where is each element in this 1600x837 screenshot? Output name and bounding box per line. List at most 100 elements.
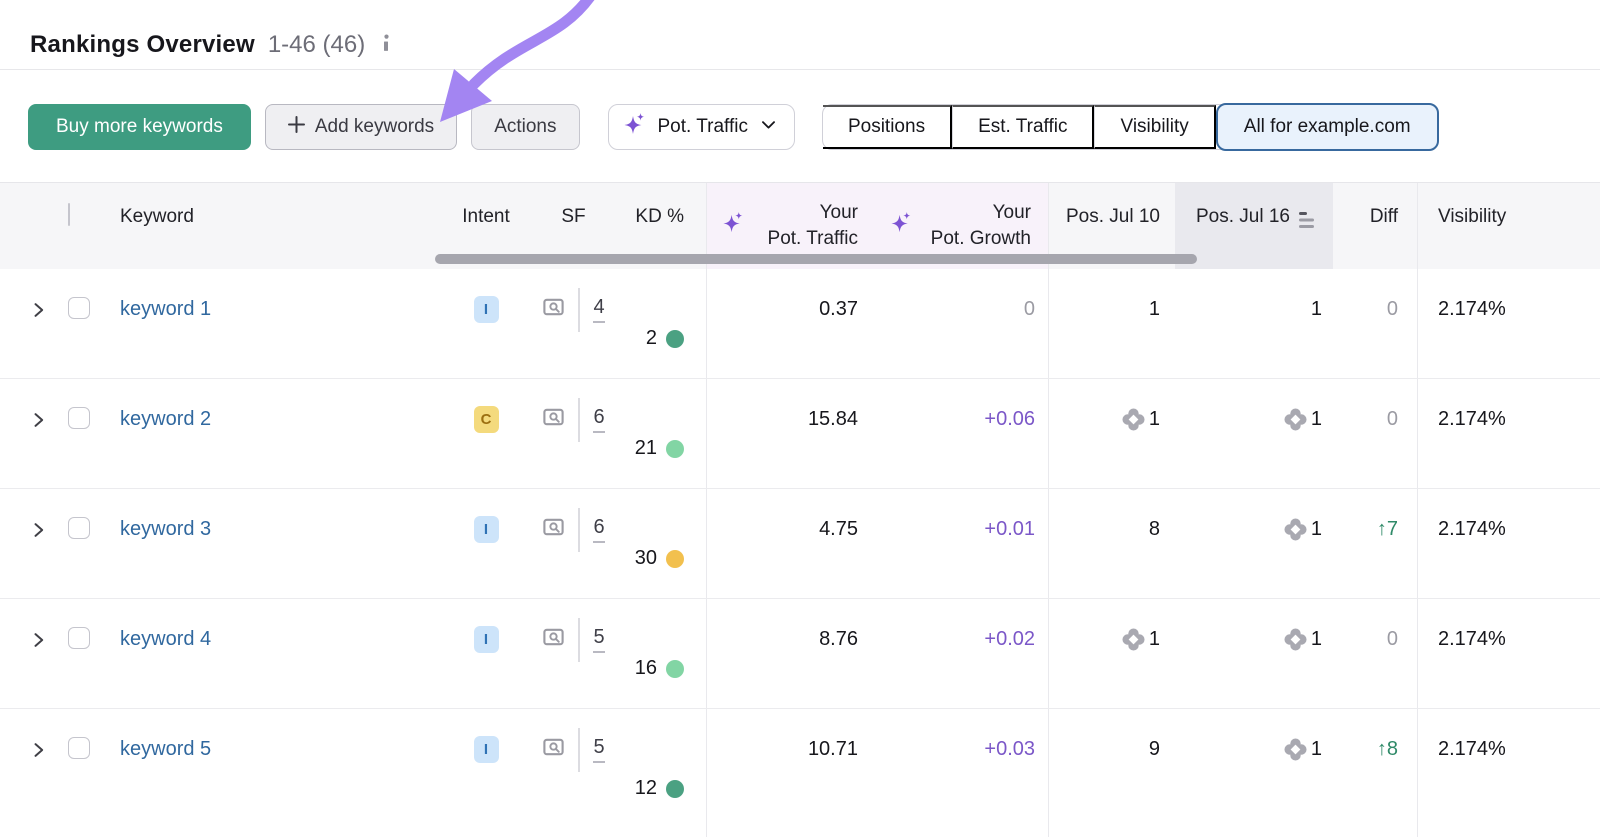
report-tabs: Positions Est. Traffic Visibility All fo…	[822, 104, 1438, 150]
table-body: keyword 1 I 4 2 0.37 0 1 1 0 2.174%	[0, 269, 1600, 837]
pot-growth-cell: +0.02	[875, 599, 1048, 708]
diff-cell: ↑7	[1333, 489, 1417, 598]
metric-dropdown[interactable]: Pot. Traffic	[608, 104, 795, 150]
info-icon[interactable]	[380, 34, 393, 59]
add-keywords-button[interactable]: Add keywords	[265, 104, 457, 150]
pot-growth-cell: +0.03	[875, 709, 1048, 837]
intent-cell: I	[446, 489, 526, 598]
pos-jul10-cell: 8	[1048, 489, 1175, 598]
results-count: 1-46 (46)	[268, 31, 365, 59]
sf-count[interactable]: 5	[593, 736, 604, 763]
pos-jul16-value: 1	[1311, 518, 1322, 541]
kd-cell: 30	[621, 489, 706, 598]
diff-cell: 0	[1333, 269, 1417, 378]
sf-cell: 5	[526, 599, 621, 708]
horizontal-scrollbar[interactable]	[435, 254, 1197, 264]
serp-features-icon[interactable]	[542, 516, 565, 545]
table-row: keyword 4 I 5 16 8.76 +0.02 1 1 0 2.1	[0, 599, 1600, 709]
sparkle-icon	[890, 211, 913, 241]
keyword-link[interactable]: keyword 2	[112, 408, 211, 431]
row-checkbox[interactable]	[68, 627, 90, 649]
keyword-cell: keyword 4	[112, 599, 446, 708]
visibility-cell: 2.174%	[1417, 599, 1600, 708]
sf-count[interactable]: 6	[593, 516, 604, 543]
row-checkbox[interactable]	[68, 737, 90, 759]
serp-features-icon[interactable]	[542, 736, 565, 765]
table-row: keyword 1 I 4 2 0.37 0 1 1 0 2.174%	[0, 269, 1600, 379]
kd-value: 2	[646, 327, 657, 350]
sf-count[interactable]: 6	[593, 406, 604, 433]
keyword-link[interactable]: keyword 1	[112, 298, 211, 321]
kd-value: 21	[635, 437, 657, 460]
kd-value: 12	[635, 777, 657, 800]
pot-traffic-cell: 10.71	[706, 709, 875, 837]
pot-traffic-cell: 0.37	[706, 269, 875, 378]
select-all-checkbox[interactable]	[68, 203, 70, 226]
intent-cell: C	[446, 379, 526, 488]
table-row: keyword 3 I 6 30 4.75 +0.01 8 1 ↑7 2.	[0, 489, 1600, 599]
expand-row-button[interactable]	[28, 489, 68, 598]
keyword-link[interactable]: keyword 4	[112, 628, 211, 651]
page-title: Rankings Overview	[30, 31, 255, 59]
page-header: Rankings Overview 1-46 (46)	[0, 0, 1600, 70]
intent-badge[interactable]: C	[474, 406, 499, 433]
intent-badge[interactable]: I	[474, 736, 499, 763]
ai-overview-position-icon	[1283, 627, 1308, 658]
keyword-link[interactable]: keyword 5	[112, 738, 211, 761]
buy-more-keywords-button[interactable]: Buy more keywords	[28, 104, 251, 150]
divider	[578, 728, 580, 772]
column-header-pos-jul16[interactable]: Pos. Jul 16	[1175, 183, 1333, 269]
expand-row-button[interactable]	[28, 709, 68, 837]
tab-visibility[interactable]: Visibility	[1094, 105, 1215, 149]
serp-features-icon[interactable]	[542, 296, 565, 325]
intent-badge[interactable]: I	[474, 626, 499, 653]
expand-row-button[interactable]	[28, 379, 68, 488]
ai-overview-position-icon	[1283, 517, 1308, 548]
ai-overview-position-icon	[1283, 737, 1308, 768]
pos-jul10-value: 9	[1149, 738, 1160, 761]
kd-cell: 12	[621, 709, 706, 837]
actions-button[interactable]: Actions	[471, 104, 579, 150]
kd-cell: 16	[621, 599, 706, 708]
sf-count[interactable]: 5	[593, 626, 604, 653]
diff-cell: 0	[1333, 379, 1417, 488]
sf-count[interactable]: 4	[593, 296, 604, 323]
row-checkbox-cell	[68, 489, 112, 598]
metric-dropdown-label: Pot. Traffic	[658, 116, 748, 138]
column-header-keyword[interactable]: Keyword	[112, 183, 446, 269]
expand-row-button[interactable]	[28, 599, 68, 708]
pos-jul10-value: 8	[1149, 518, 1160, 541]
header-expand-spacer	[28, 183, 68, 269]
row-checkbox[interactable]	[68, 407, 90, 429]
table-row: keyword 2 C 6 21 15.84 +0.06 1 1 0 2.	[0, 379, 1600, 489]
intent-cell: I	[446, 269, 526, 378]
row-checkbox[interactable]	[68, 297, 90, 319]
expand-row-button[interactable]	[28, 269, 68, 378]
keyword-link[interactable]: keyword 3	[112, 518, 211, 541]
diff-cell: ↑8	[1333, 709, 1417, 837]
pot-growth-cell: +0.06	[875, 379, 1048, 488]
pos-jul10-cell: 1	[1048, 269, 1175, 378]
intent-badge[interactable]: I	[474, 516, 499, 543]
tab-all-for-example-com[interactable]: All for example.com	[1216, 103, 1439, 151]
row-checkbox[interactable]	[68, 517, 90, 539]
intent-badge[interactable]: I	[474, 296, 499, 323]
column-header-visibility[interactable]: Visibility	[1417, 183, 1600, 269]
sf-cell: 6	[526, 489, 621, 598]
serp-features-icon[interactable]	[542, 406, 565, 435]
column-header-diff[interactable]: Diff	[1333, 183, 1417, 269]
pos-jul16-cell: 1	[1175, 599, 1333, 708]
tab-est-traffic[interactable]: Est. Traffic	[952, 105, 1094, 149]
chevron-down-icon	[759, 115, 778, 140]
serp-features-icon[interactable]	[542, 626, 565, 655]
pot-traffic-cell: 4.75	[706, 489, 875, 598]
table-row: keyword 5 I 5 12 10.71 +0.03 9 1 ↑8 2	[0, 709, 1600, 837]
pos-jul16-cell: 1	[1175, 269, 1333, 378]
sparkle-icon	[623, 112, 647, 142]
keyword-cell: keyword 2	[112, 379, 446, 488]
pos-jul16-cell: 1	[1175, 489, 1333, 598]
diff-cell: 0	[1333, 599, 1417, 708]
tab-positions[interactable]: Positions	[823, 105, 952, 149]
rankings-table: Keyword Intent SF KD % YourPot. Traffic …	[0, 182, 1600, 837]
divider	[578, 618, 580, 662]
